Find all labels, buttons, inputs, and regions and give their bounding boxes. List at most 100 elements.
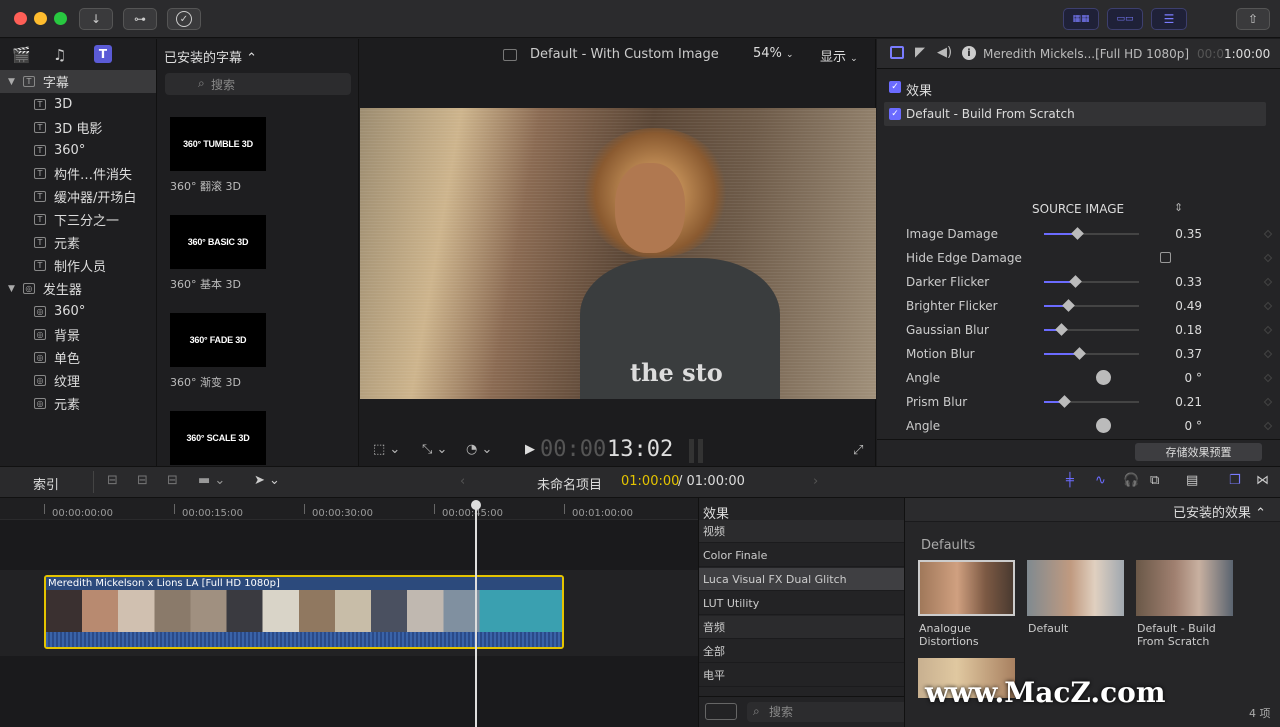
back-arrow-icon[interactable]: ‹: [460, 474, 465, 489]
show-inspector-button[interactable]: ☰: [1151, 8, 1187, 30]
effects-checkbox[interactable]: ✓: [889, 81, 901, 93]
effect-enable-checkbox[interactable]: ✓: [889, 108, 901, 120]
view-options-menu[interactable]: ⬚ ⌄: [373, 442, 400, 457]
param-checkbox[interactable]: [1160, 252, 1171, 263]
video-clip[interactable]: Meredith Mickelson x Lions LA [Full HD 1…: [44, 575, 564, 649]
effect-thumb-analogue[interactable]: [918, 560, 1015, 616]
param-slider[interactable]: [1044, 323, 1139, 336]
param-value[interactable]: 0.33: [1148, 275, 1202, 289]
effect-row[interactable]: ✓ Default - Build From Scratch: [884, 102, 1266, 126]
forward-arrow-icon[interactable]: ›: [813, 474, 818, 489]
append-clip-icon[interactable]: ⊟: [167, 473, 178, 488]
snapping-icon[interactable]: ⧉: [1150, 473, 1159, 488]
library-item[interactable]: T 3D 电影: [0, 116, 156, 139]
param-slider[interactable]: [1044, 347, 1139, 360]
library-item[interactable]: T 下三分之一: [0, 208, 156, 231]
title-thumbnail[interactable]: 360° TUMBLE 3D: [170, 117, 266, 171]
slider-knob[interactable]: [1073, 347, 1087, 360]
slider-knob[interactable]: [1058, 395, 1071, 408]
play-icon[interactable]: ▶: [525, 442, 535, 457]
clip-appearance-icon[interactable]: ▤: [1186, 473, 1198, 488]
display-menu[interactable]: 显示 ⌄: [820, 46, 858, 65]
disclosure-triangle-icon[interactable]: ▼: [8, 284, 15, 294]
library-item[interactable]: T 3D: [0, 93, 156, 116]
title-thumbnail[interactable]: 360° FADE 3D: [170, 313, 266, 367]
browser-search-input[interactable]: ⌕ 搜索: [165, 73, 351, 95]
effects-browser-icon[interactable]: ❐: [1229, 473, 1241, 488]
slider-knob[interactable]: [1061, 299, 1075, 312]
transform-menu[interactable]: ⤡ ⌄: [422, 442, 447, 457]
audio-skimming-icon[interactable]: ∿: [1095, 473, 1106, 488]
index-button[interactable]: 索引: [33, 474, 59, 493]
keyframe-icon[interactable]: [1263, 229, 1273, 239]
effects-category-header[interactable]: 视频: [699, 520, 904, 543]
speed-menu[interactable]: ◔ ⌄: [466, 442, 492, 457]
slider-knob[interactable]: [1071, 227, 1085, 240]
keywords-button[interactable]: ⊶: [123, 8, 157, 30]
skimming-icon[interactable]: ╪: [1066, 473, 1074, 488]
angle-dial[interactable]: [1096, 418, 1111, 433]
effects-category-item[interactable]: 电平: [699, 664, 904, 687]
source-image-menu[interactable]: SOURCE IMAGE: [1032, 202, 1124, 216]
video-inspector-icon[interactable]: [890, 46, 904, 59]
effects-category-item[interactable]: Luca Visual FX Dual Glitch: [699, 568, 904, 591]
keyframe-icon[interactable]: [1263, 421, 1273, 431]
library-folder[interactable]: ▼ T 字幕: [0, 70, 156, 93]
library-item[interactable]: T 制作人员: [0, 254, 156, 277]
show-browser-button[interactable]: ▦▦: [1063, 8, 1099, 30]
param-value[interactable]: 0.35: [1148, 227, 1202, 241]
keyframe-icon[interactable]: [1263, 253, 1273, 263]
select-tool-menu[interactable]: ➤ ⌄: [254, 473, 280, 488]
photos-audio-icon[interactable]: ♫: [53, 46, 66, 64]
timeline-ruler[interactable]: 00:00:00:00 00:00:15:00 00:00:30:00 00:00:4…: [0, 498, 698, 520]
param-slider[interactable]: [1044, 299, 1139, 312]
effects-category-item[interactable]: LUT Utility: [699, 592, 904, 615]
param-value[interactable]: 0.37: [1148, 347, 1202, 361]
effect-thumb-build[interactable]: [1136, 560, 1233, 616]
param-slider[interactable]: [1044, 275, 1139, 288]
headphones-icon[interactable]: 🎧: [1123, 473, 1139, 488]
library-item[interactable]: ◎ 360°: [0, 300, 156, 323]
library-item[interactable]: ◎ 单色: [0, 346, 156, 369]
library-folder[interactable]: ▼ ◎ 发生器: [0, 277, 156, 300]
zoom-window-button[interactable]: [54, 12, 67, 25]
background-tasks-button[interactable]: ✓: [167, 8, 201, 30]
transitions-browser-icon[interactable]: ⋈: [1256, 473, 1269, 488]
save-preset-button[interactable]: 存储效果预置: [1135, 443, 1262, 461]
browser-title[interactable]: 已安装的字幕 ⌃: [164, 47, 257, 66]
param-value[interactable]: 0.49: [1148, 299, 1202, 313]
library-item[interactable]: ◎ 纹理: [0, 369, 156, 392]
param-value[interactable]: 0 °: [1148, 371, 1202, 385]
keyframe-icon[interactable]: [1263, 301, 1273, 311]
fullscreen-icon[interactable]: ⤢: [853, 443, 863, 458]
insert-clip-icon[interactable]: ⊟: [137, 473, 148, 488]
connect-clip-icon[interactable]: ⊟: [107, 473, 118, 488]
library-item[interactable]: T 元素: [0, 231, 156, 254]
libraries-icon[interactable]: 🎬: [12, 46, 31, 64]
playhead-handle[interactable]: [471, 500, 481, 510]
sidebar-toggle-icon[interactable]: [705, 703, 737, 720]
zoom-menu[interactable]: 54% ⌄: [753, 46, 794, 61]
param-value[interactable]: 0.18: [1148, 323, 1202, 337]
show-timeline-button[interactable]: ▭▭: [1107, 8, 1143, 30]
updown-chevron-icon[interactable]: ⇕: [1174, 201, 1183, 214]
effects-category-header[interactable]: 音频: [699, 616, 904, 639]
effects-category-item[interactable]: Color Finale: [699, 544, 904, 567]
info-inspector-icon[interactable]: i: [962, 46, 976, 60]
disclosure-triangle-icon[interactable]: ▼: [8, 77, 15, 87]
title-thumbnail[interactable]: 360° BASIC 3D: [170, 215, 266, 269]
installed-effects-menu[interactable]: 已安装的效果 ⌃: [1173, 502, 1266, 521]
library-item[interactable]: ◎ 背景: [0, 323, 156, 346]
keyframe-icon[interactable]: [1263, 397, 1273, 407]
param-slider[interactable]: [1044, 395, 1139, 408]
slider-knob[interactable]: [1069, 275, 1083, 288]
keyframe-icon[interactable]: [1263, 325, 1273, 335]
share-button[interactable]: ⇧: [1236, 8, 1270, 30]
color-inspector-icon[interactable]: ◤: [915, 45, 925, 60]
param-value[interactable]: 0.21: [1148, 395, 1202, 409]
overwrite-menu[interactable]: ▬ ⌄: [198, 473, 225, 488]
minimize-window-button[interactable]: [34, 12, 47, 25]
angle-dial[interactable]: [1096, 370, 1111, 385]
keyframe-icon[interactable]: [1263, 277, 1273, 287]
library-item[interactable]: T 构件…件消失: [0, 162, 156, 185]
